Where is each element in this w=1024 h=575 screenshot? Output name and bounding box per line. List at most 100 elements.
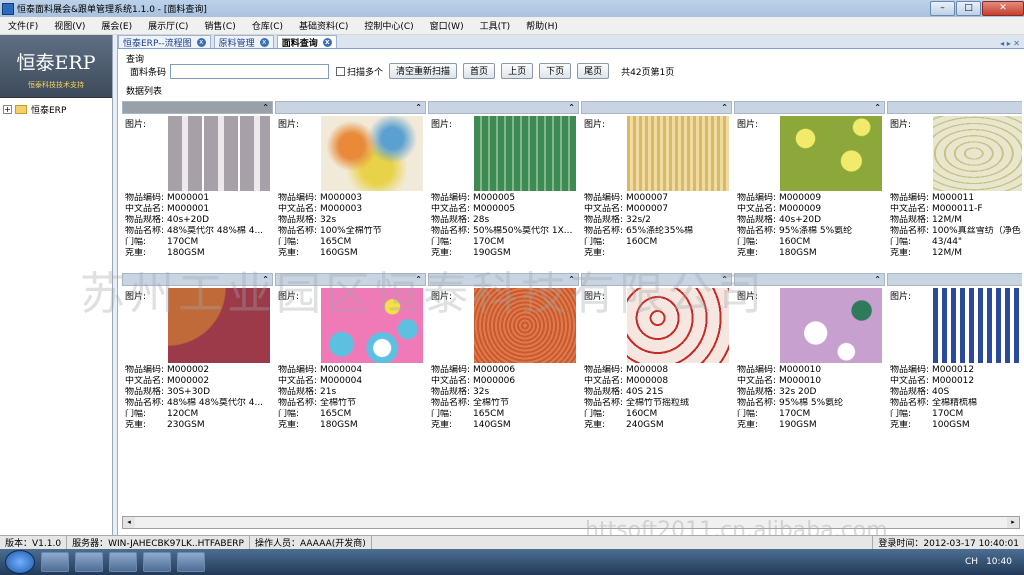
fabric-swatch-image[interactable] <box>321 116 423 191</box>
field-row-weight: 克重: 140GSM <box>431 420 579 431</box>
chevron-up-icon[interactable]: ⌃ <box>874 274 881 285</box>
chevron-up-icon[interactable]: ⌃ <box>568 102 575 113</box>
fabric-swatch-image[interactable] <box>627 288 729 363</box>
fabric-card[interactable]: ⌃ 图片: 物品编码: M000004 中文品名: M000004 物品规格: 21s 物品名称… <box>275 273 426 443</box>
close-icon[interactable]: x <box>196 37 206 47</box>
start-button[interactable] <box>5 550 35 574</box>
first-page-button[interactable]: 首页 <box>463 63 496 79</box>
chevron-up-icon[interactable]: ⌃ <box>262 102 269 113</box>
fabric-card[interactable]: ⌃ 图片: 物品编码: M000001 中文品名: M000001 物品规格: 40s+20D… <box>122 101 273 271</box>
field-row-width: 门幅: 165CM <box>278 409 426 420</box>
expand-icon[interactable]: + <box>3 105 12 114</box>
chevron-up-icon[interactable]: ⌃ <box>568 274 575 285</box>
chevron-up-icon[interactable]: ⌃ <box>415 102 422 113</box>
field-row-weight: 克重: 230GSM <box>125 420 273 431</box>
fabric-swatch-image[interactable] <box>933 116 1022 191</box>
checkbox-icon[interactable] <box>336 66 346 76</box>
menu-basic-data[interactable]: 基础资料(C) <box>291 19 356 32</box>
scroll-right-icon[interactable]: ▸ <box>1007 517 1019 528</box>
menu-warehouse[interactable]: 仓库(C) <box>244 19 291 32</box>
fabric-swatch-image[interactable] <box>933 288 1022 363</box>
language-indicator[interactable]: CH <box>965 557 978 567</box>
chevron-up-icon[interactable]: ⌃ <box>415 274 422 285</box>
horizontal-scrollbar[interactable]: ◂ ▸ <box>122 516 1020 529</box>
menu-view[interactable]: 视图(V) <box>46 19 93 32</box>
fabric-swatch-image[interactable] <box>474 288 576 363</box>
field-label: 中文品名: <box>737 204 777 214</box>
card-header[interactable]: ⌃ <box>428 101 579 114</box>
field-label: 中文品名: <box>431 204 471 214</box>
fabric-card[interactable]: ⌃ 图片: 物品编码: M000002 中文品名: M000002 物品规格: 30S+30D… <box>122 273 273 443</box>
tab-nav-icons[interactable]: ◂ ▸ ✕ <box>1000 39 1024 48</box>
menu-help[interactable]: 帮助(H) <box>518 19 566 32</box>
card-header[interactable]: ⌃ <box>887 101 1022 114</box>
card-header[interactable]: ⌃ <box>581 101 732 114</box>
field-label: 物品名称: <box>890 398 930 408</box>
taskbar-explorer-icon[interactable] <box>41 552 69 572</box>
fabric-card[interactable]: ⌃图片:物品编码:M000012中文品名:M000012物品规格:40S物品名称… <box>887 273 1022 443</box>
clock[interactable]: 10:40 <box>986 557 1012 567</box>
minimize-button[interactable]: – <box>930 1 955 16</box>
taskbar-app-icon[interactable] <box>143 552 171 572</box>
card-header[interactable]: ⌃ <box>581 273 732 286</box>
fabric-swatch-image[interactable] <box>780 116 882 191</box>
tab-fabric-query[interactable]: 面料查询 x <box>276 35 337 49</box>
clear-rescan-button[interactable]: 清空重新扫描 <box>389 63 458 79</box>
taskbar-media-icon[interactable] <box>75 552 103 572</box>
menu-file[interactable]: 文件(F) <box>0 19 46 32</box>
close-button[interactable]: ✕ <box>982 1 1024 16</box>
menu-showroom[interactable]: 展示厅(C) <box>140 19 196 32</box>
scan-multi-checkbox[interactable]: 扫描多个 <box>336 65 383 78</box>
tab-flowchart[interactable]: 恒泰ERP--流程图 x <box>118 35 211 49</box>
menu-tools[interactable]: 工具(T) <box>472 19 519 32</box>
card-header[interactable]: ⌃ <box>275 101 426 114</box>
taskbar-folder-icon[interactable] <box>109 552 137 572</box>
taskbar-app2-icon[interactable] <box>177 552 205 572</box>
prev-page-button[interactable]: 上页 <box>501 63 534 79</box>
fabric-card[interactable]: ⌃ 图片: 物品编码: M000006 中文品名: M000006 物品规格: 32s 物品名称… <box>428 273 579 443</box>
fabric-card[interactable]: ⌃ 图片: 物品编码: M000005 中文品名: M000005 物品规格: 28s 物品名称… <box>428 101 579 271</box>
chevron-up-icon[interactable]: ⌃ <box>721 274 728 285</box>
scroll-left-icon[interactable]: ◂ <box>123 517 135 528</box>
fabric-card[interactable]: ⌃ 图片: 物品编码: M000003 中文品名: M000003 物品规格: 32s 物品名称… <box>275 101 426 271</box>
fabric-swatch-image[interactable] <box>627 116 729 191</box>
maximize-button[interactable]: □ <box>956 1 981 16</box>
close-icon[interactable]: x <box>259 37 269 47</box>
fabric-swatch-image[interactable] <box>168 288 270 363</box>
card-header[interactable]: ⌃ <box>122 273 273 286</box>
last-page-button[interactable]: 尾页 <box>577 63 610 79</box>
fabric-swatch-image[interactable] <box>168 116 270 191</box>
fabric-swatch-image[interactable] <box>474 116 576 191</box>
menu-control-center[interactable]: 控制中心(C) <box>356 19 421 32</box>
card-header[interactable]: ⌃ <box>734 101 885 114</box>
card-header[interactable]: ⌃ <box>275 273 426 286</box>
menu-exhibition[interactable]: 展会(E) <box>93 19 140 32</box>
field-label: 物品规格: <box>278 387 318 397</box>
fabric-swatch-image[interactable] <box>321 288 423 363</box>
chevron-up-icon[interactable]: ⌃ <box>262 274 269 285</box>
fabric-card[interactable]: ⌃ 图片: 物品编码: M000010 中文品名: M000010 物品规格: 32s 20D… <box>734 273 885 443</box>
barcode-input[interactable] <box>170 63 330 79</box>
chevron-up-icon[interactable]: ⌃ <box>874 102 881 113</box>
status-server: 服务器：WIN-JAHECBK97LK..HTFABERP <box>67 536 250 549</box>
fabric-card[interactable]: ⌃图片:物品编码:M000011中文品名:M000011-F物品规格:12M/M… <box>887 101 1022 271</box>
fabric-card[interactable]: ⌃ 图片: 物品编码: M000009 中文品名: M000009 物品规格: 40s+20D… <box>734 101 885 271</box>
card-header[interactable]: ⌃ <box>122 101 273 114</box>
card-header[interactable]: ⌃ <box>734 273 885 286</box>
fabric-card[interactable]: ⌃ 图片: 物品编码: M000007 中文品名: M000007 物品规格: 32s/2 物品… <box>581 101 732 271</box>
menu-sales[interactable]: 销售(C) <box>196 19 243 32</box>
card-header[interactable]: ⌃ <box>887 273 1022 286</box>
tree-item-root[interactable]: + 恒泰ERP <box>0 98 112 121</box>
fabric-card[interactable]: ⌃ 图片: 物品编码: M000008 中文品名: M000008 物品规格: 40S 21S… <box>581 273 732 443</box>
card-header[interactable]: ⌃ <box>428 273 579 286</box>
fabric-swatch-image[interactable] <box>780 288 882 363</box>
next-page-button[interactable]: 下页 <box>539 63 572 79</box>
field-row-width: 门幅: 170CM <box>431 237 579 248</box>
close-icon[interactable]: x <box>322 37 332 47</box>
chevron-up-icon[interactable]: ⌃ <box>721 102 728 113</box>
menu-window[interactable]: 窗口(W) <box>422 19 472 32</box>
field-value: M000009 <box>779 204 822 214</box>
field-value: M000004 <box>320 376 363 386</box>
tab-material[interactable]: 原料管理 x <box>213 35 274 49</box>
image-label: 图片: <box>125 120 147 130</box>
